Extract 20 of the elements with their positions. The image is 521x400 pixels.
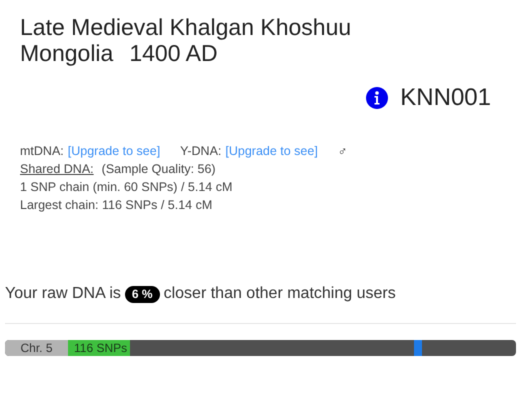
chain-summary: 1 SNP chain (min. 60 SNPs) / 5.14 cM [20,179,234,196]
snp-segment: 116 SNPs [68,340,130,356]
closeness-text: Your raw DNA is [5,284,121,304]
upgrade-link[interactable]: [Upgrade to see] [225,142,318,160]
largest-chain: Largest chain: 116 SNPs / 5.14 cM [20,197,214,214]
haplogroup-label: Y-DNA: [180,143,222,160]
upgrade-link[interactable]: [Upgrade to see] [68,142,160,160]
date-text: 1400 AD [129,40,218,66]
closeness-text: closer than other matching users [164,284,396,304]
place-name: Mongolia [20,40,114,66]
sample-quality: (Sample Quality: 56) [102,161,216,178]
shared-dna-label: Shared DNA: [20,161,94,178]
segment-marker [414,340,422,356]
info-icon[interactable] [366,87,388,109]
chromosome-label: Chr. 5 [5,340,68,356]
percent-badge: 6 % [124,286,160,302]
sex-symbol: ♂ [338,143,348,160]
haplogroup-label: mtDNA: [20,143,64,160]
page-title: Late Medieval Khalgan Khoshuu [20,14,352,40]
sample-id: KNN001 [400,83,491,113]
